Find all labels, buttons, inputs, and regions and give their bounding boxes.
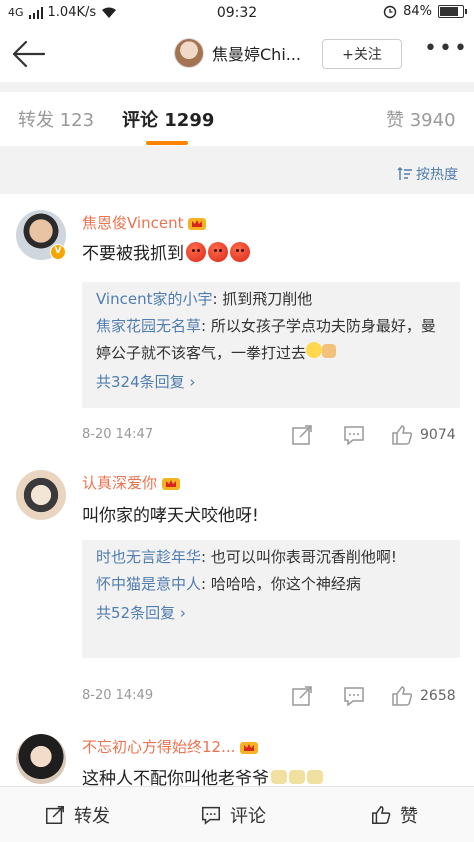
battery-icon <box>438 5 467 18</box>
thumbs-up-icon <box>372 806 391 824</box>
comment-button[interactable]: 评论 <box>200 802 266 828</box>
nav-bar: 焦曼婷Chi... +关注 ••• <box>0 26 474 82</box>
comment-text: 不要被我抓到 <box>82 239 250 264</box>
comment-username[interactable]: 焦恩俊Vincent <box>82 212 207 233</box>
reply-box[interactable]: Vincent家的小宇: 抓到飛刀削他 焦家花园无名草: 所以女孩子学点功夫防身… <box>82 282 460 408</box>
reply-username[interactable]: 焦家花园无名草 <box>96 317 201 335</box>
crown-icon <box>240 741 259 754</box>
tab-repost[interactable]: 转发 123 <box>18 106 94 132</box>
reply-username[interactable]: 怀中猫是意中人 <box>96 575 201 593</box>
reply-username[interactable]: 时也无言趁年华 <box>96 548 201 566</box>
username-text[interactable]: 焦恩俊Vincent <box>82 212 183 233</box>
reply-text: : 哈哈哈，你这个神经病 <box>201 575 361 593</box>
sort-button[interactable]: 按热度 <box>397 164 458 184</box>
reply-item[interactable]: 时也无言趁年华: 也可以叫你表哥沉香削他啊! <box>96 544 446 571</box>
comment-label[interactable]: 评论 <box>230 802 266 828</box>
sort-bar: 按热度 <box>0 156 474 194</box>
more-replies-link[interactable]: 共52条回复 › <box>96 598 446 628</box>
comment-meta: 8-20 14:47 9074 <box>82 423 462 447</box>
share-icon[interactable] <box>290 423 314 447</box>
share-icon <box>46 806 64 824</box>
author-name[interactable]: 焦曼婷Chi... <box>212 41 301 65</box>
emoji-icon <box>271 769 287 784</box>
back-button[interactable] <box>10 38 46 70</box>
username-text[interactable]: 认真深爱你 <box>82 472 157 493</box>
emoji-icon <box>289 769 305 784</box>
angry-emoji-icon <box>230 241 250 262</box>
comment-body: 这种人不配你叫他老爷爷 <box>82 769 269 786</box>
comment-time: 8-20 14:47 <box>82 427 154 442</box>
comment-username[interactable]: 不忘初心方得始终12... <box>82 736 259 757</box>
comment-icon <box>202 806 220 825</box>
reply-text: : 抓到飛刀削他 <box>212 290 313 308</box>
avatar[interactable] <box>16 734 66 784</box>
emoji-icon <box>307 769 323 784</box>
alarm-icon <box>383 5 397 18</box>
status-bar: 4G 1.04K/s 09:32 84% <box>0 0 474 26</box>
comment-icon[interactable] <box>342 684 366 708</box>
tab-comments[interactable]: 评论 1299 <box>122 106 214 132</box>
more-replies-link[interactable]: 共324条回复 › <box>96 367 446 397</box>
angry-emoji-icon <box>186 241 206 262</box>
sort-label[interactable]: 按热度 <box>416 164 458 184</box>
nav-title[interactable]: 焦曼婷Chi... <box>174 38 301 68</box>
fist-emoji-icon <box>322 344 337 358</box>
like-label[interactable]: 赞 <box>400 802 418 828</box>
comment-feed[interactable]: V 焦恩俊Vincent 不要被我抓到 Vincent家的小宇: 抓到飛刀削他 … <box>0 194 474 786</box>
reply-item[interactable]: 焦家花园无名草: 所以女孩子学点功夫防身最好，曼婷公子就不该客气，一拳打过去 <box>96 313 446 367</box>
crown-icon <box>162 477 181 490</box>
comment-meta: 8-20 14:49 2658 <box>82 684 462 708</box>
comment-time: 8-20 14:49 <box>82 688 154 703</box>
tab-bar: 转发 123 评论 1299 赞 3940 <box>0 82 474 146</box>
comment-body: 叫你家的哮天犬咬他呀! <box>82 506 259 526</box>
comment-text: 这种人不配你叫他老爷爷 <box>82 764 323 786</box>
bottom-action-bar: 转发 评论 赞 <box>0 786 474 842</box>
sort-icon <box>397 167 412 180</box>
active-tab-indicator <box>146 141 188 145</box>
verified-icon: V <box>50 244 66 260</box>
like-button[interactable]: 赞 <box>370 802 418 828</box>
share-icon[interactable] <box>290 684 314 708</box>
repost-button[interactable]: 转发 <box>44 802 110 828</box>
thumbs-up-icon[interactable] <box>390 423 414 447</box>
comment-username[interactable]: 认真深爱你 <box>82 472 181 493</box>
avatar[interactable] <box>16 470 66 520</box>
like-count: 9074 <box>420 427 456 443</box>
angry-emoji-icon <box>208 241 228 262</box>
thumbs-up-icon[interactable] <box>390 684 414 708</box>
author-avatar[interactable] <box>174 38 204 68</box>
smiley-emoji-icon <box>306 342 323 358</box>
comment-text: 叫你家的哮天犬咬他呀! <box>82 501 259 526</box>
comment-body: 不要被我抓到 <box>82 244 184 264</box>
crown-icon <box>188 217 207 230</box>
more-button[interactable]: ••• <box>424 38 467 64</box>
follow-button[interactable]: +关注 <box>322 39 402 69</box>
reply-box[interactable]: 时也无言趁年华: 也可以叫你表哥沉香削他啊! 怀中猫是意中人: 哈哈哈，你这个神… <box>82 540 460 658</box>
like-count: 2658 <box>420 688 456 704</box>
reply-username[interactable]: Vincent家的小宇 <box>96 290 212 308</box>
username-text[interactable]: 不忘初心方得始终12... <box>82 736 235 757</box>
reply-item[interactable]: Vincent家的小宇: 抓到飛刀削他 <box>96 286 446 313</box>
comment-icon[interactable] <box>342 423 366 447</box>
tab-likes[interactable]: 赞 3940 <box>386 106 456 132</box>
reply-text: : 也可以叫你表哥沉香削他啊! <box>201 548 397 566</box>
battery-percent: 84% <box>403 4 432 19</box>
arrow-left-icon <box>12 40 46 68</box>
repost-label[interactable]: 转发 <box>74 802 110 828</box>
reply-item[interactable]: 怀中猫是意中人: 哈哈哈，你这个神经病 <box>96 571 446 598</box>
